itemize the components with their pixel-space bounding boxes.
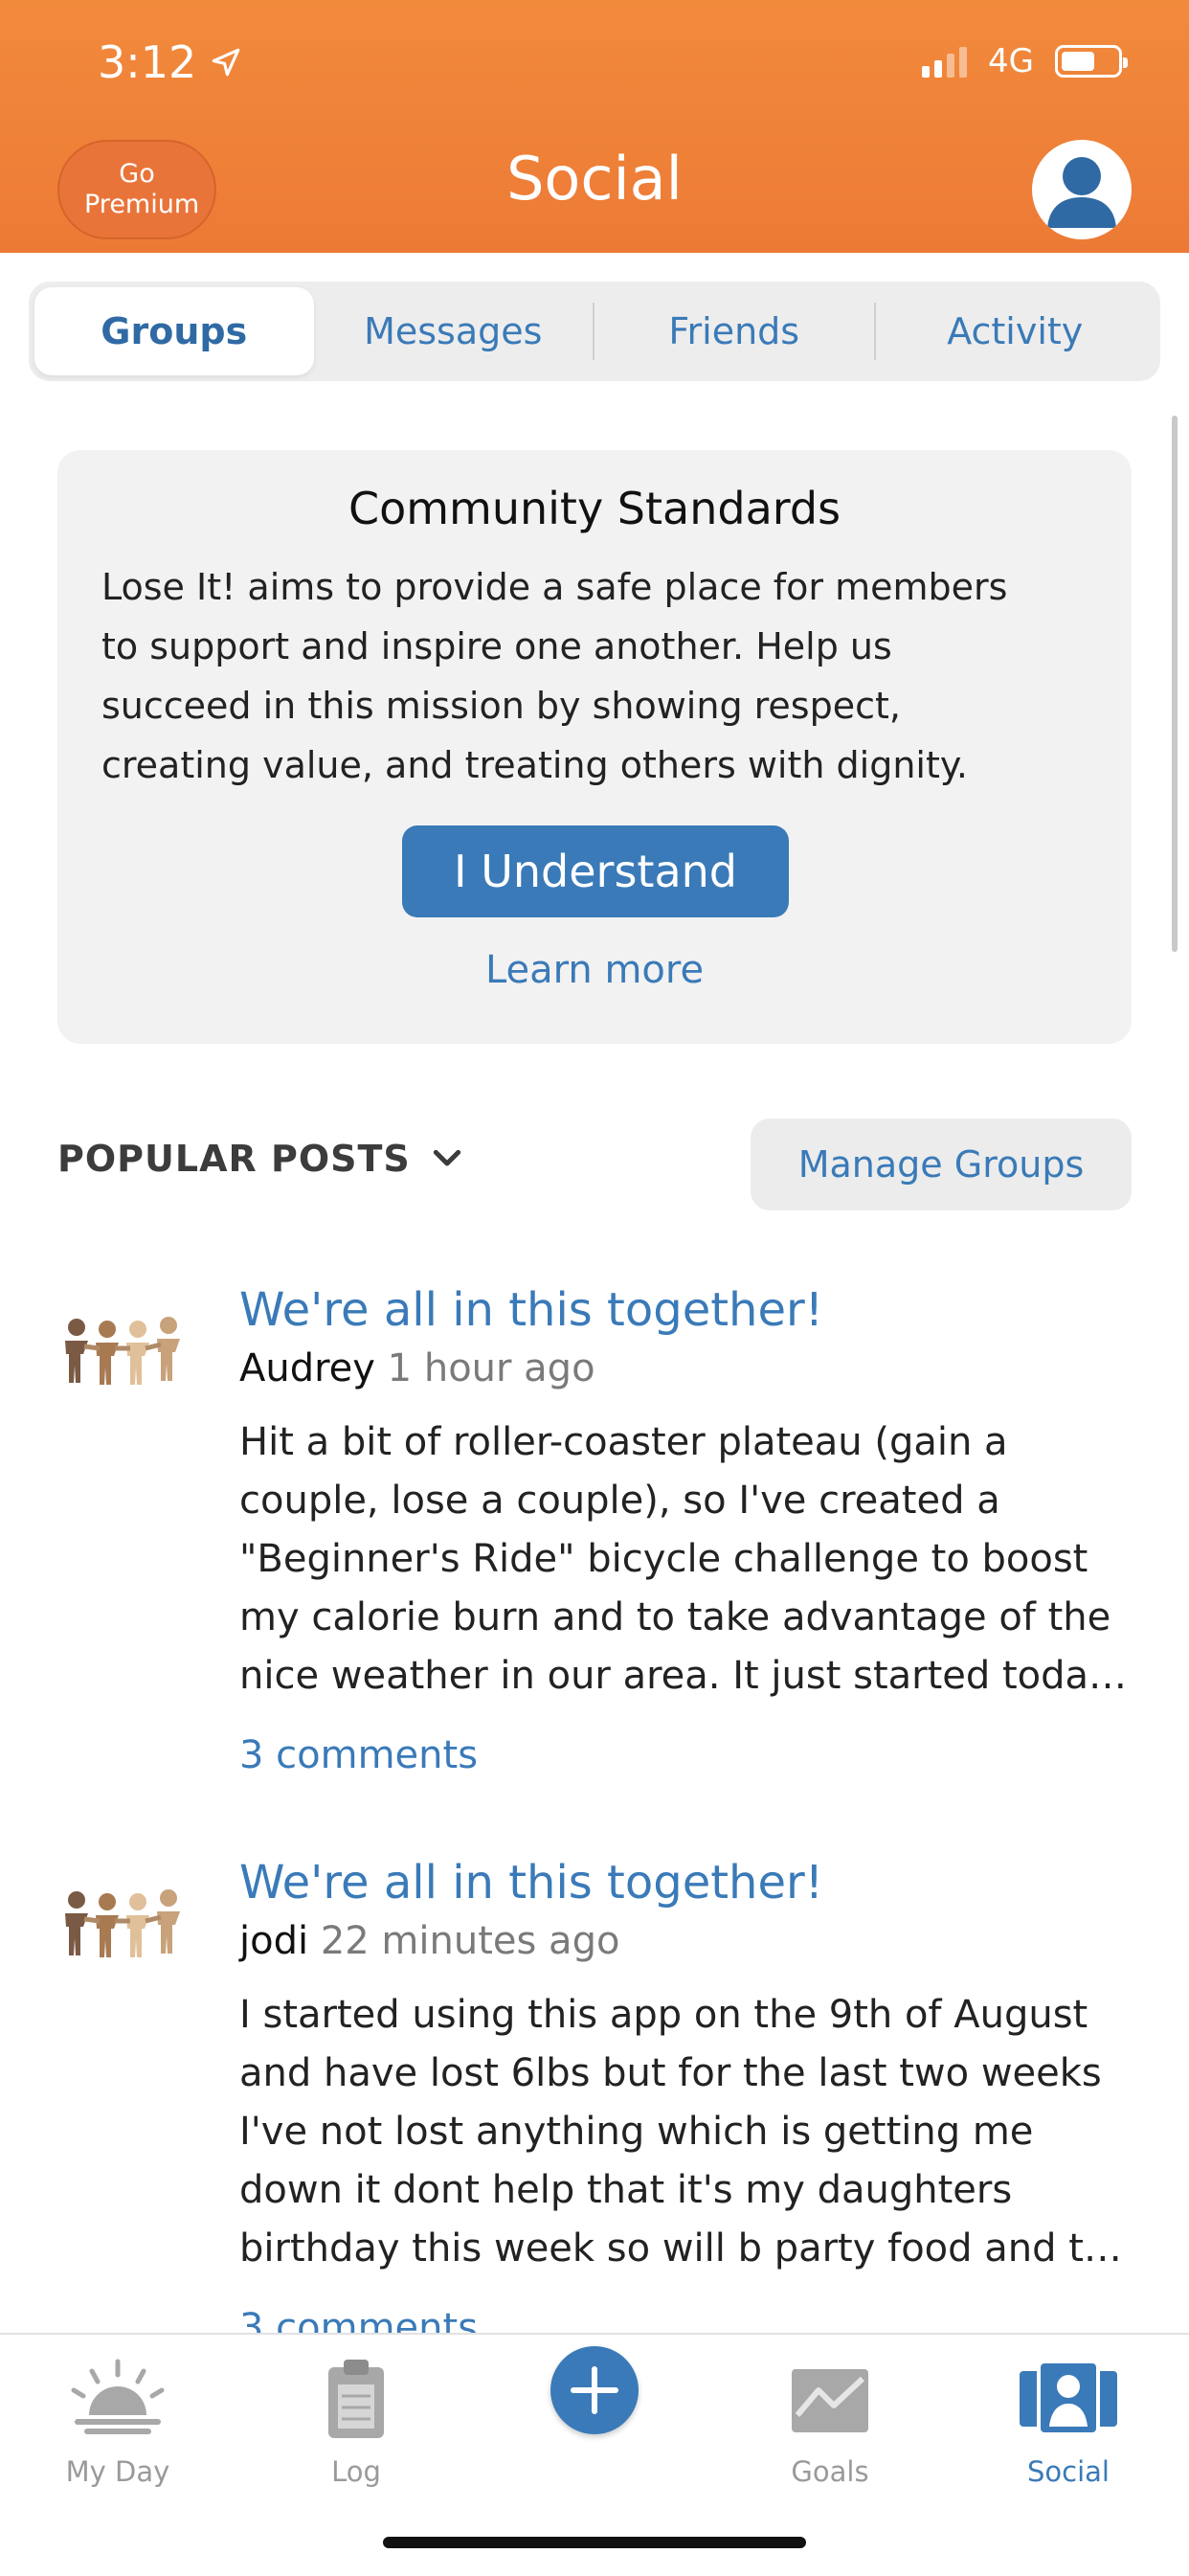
post-body: I started using this app on the 9th of A… <box>239 1986 1130 2278</box>
learn-more-label[interactable]: Learn more <box>485 948 704 992</box>
post-comments-link[interactable]: 3 comments <box>239 2306 478 2333</box>
post-comments-link[interactable]: 3 comments <box>239 1733 478 1777</box>
tabbar-log[interactable]: Log <box>260 2356 452 2488</box>
chart-icon <box>792 2369 868 2432</box>
scrollbar[interactable] <box>1172 416 1178 952</box>
post-author[interactable]: Audrey <box>239 1346 375 1390</box>
tabbar-label: Social <box>1027 2455 1110 2488</box>
app-header: 3:12 4G Go Premium Social <box>0 0 1189 253</box>
post-time: 1 hour ago <box>387 1346 595 1390</box>
post-title[interactable]: We're all in this together! <box>239 1856 823 1909</box>
post-time: 22 minutes ago <box>320 1919 620 1963</box>
popular-posts-label: POPULAR POSTS <box>57 1138 411 1180</box>
user-icon <box>1047 157 1116 228</box>
group-people-icon <box>65 1317 180 1385</box>
learn-more-link: Learn more <box>57 948 1132 992</box>
tabbar-my-day[interactable]: My Day <box>22 2356 213 2488</box>
i-understand-button[interactable]: I Understand <box>402 825 789 917</box>
post-body-line: I've not lost anything which is getting … <box>239 2110 1034 2154</box>
post-body-line: couple, lose a couple), so I've created … <box>239 1479 1000 1523</box>
post-body-line: I started using this app on the 9th of A… <box>239 1993 1088 2037</box>
post-body-line: down it dont help that it's my daughters <box>239 2168 1013 2212</box>
tabbar-label: Goals <box>791 2455 869 2488</box>
plus-icon <box>571 2366 618 2414</box>
tab-messages[interactable]: Messages <box>314 287 594 375</box>
standards-line: succeed in this mission by showing respe… <box>101 685 901 727</box>
post-body-line: Hit a bit of roller-coaster plateau (gai… <box>239 1420 1008 1464</box>
post-body-line: "Beginner's Ride" bicycle challenge to b… <box>239 1537 1088 1581</box>
post-body-line: my calorie burn and to take advantage of… <box>239 1595 1111 1639</box>
tabbar-social[interactable]: Social <box>973 2356 1164 2488</box>
page-title: Social <box>506 144 683 214</box>
tab-groups[interactable]: Groups <box>34 287 314 375</box>
tab-activity[interactable]: Activity <box>876 287 1155 375</box>
standards-text: Lose It! aims to provide a safe place fo… <box>101 557 1088 795</box>
post-body-line: nice weather in our area. It just starte… <box>239 1654 1128 1698</box>
location-arrow-icon <box>213 48 240 77</box>
standards-line: Lose It! aims to provide a safe place fo… <box>101 566 1008 608</box>
popular-posts-filter[interactable]: POPULAR POSTS <box>57 1138 466 1180</box>
status-time: 3:12 <box>98 36 242 88</box>
standards-line: creating value, and treating others with… <box>101 744 969 786</box>
sunrise-icon <box>71 2359 165 2434</box>
home-indicator[interactable] <box>383 2537 806 2548</box>
post-body-line: birthday this week so will b party food … <box>239 2226 1122 2271</box>
social-tabs: Groups Messages Friends Activity <box>29 282 1160 381</box>
community-standards-card: Community Standards Lose It! aims to pro… <box>57 450 1132 1044</box>
group-people-icon <box>65 1889 180 1957</box>
battery-icon <box>1055 45 1128 78</box>
chevron-down-icon <box>433 1149 460 1166</box>
post-title[interactable]: We're all in this together! <box>239 1283 823 1337</box>
signal-icon <box>922 45 968 78</box>
post-meta: Audrey 1 hour ago <box>239 1346 595 1390</box>
post-body-line: and have lost 6lbs but for the last two … <box>239 2051 1102 2095</box>
clipboard-icon <box>328 2360 384 2438</box>
manage-groups-button[interactable]: Manage Groups <box>751 1119 1132 1210</box>
post-item[interactable]: We're all in this together! jodi 22 minu… <box>0 1856 1189 2333</box>
network-label: 4G <box>988 42 1034 80</box>
profile-avatar-button[interactable] <box>1032 140 1132 239</box>
add-button[interactable] <box>550 2346 639 2434</box>
status-indicators: 4G <box>922 42 1128 80</box>
post-author[interactable]: jodi <box>239 1919 308 1963</box>
status-time-text: 3:12 <box>98 36 197 88</box>
people-icon <box>1020 2360 1117 2436</box>
tabbar-goals[interactable]: Goals <box>734 2356 926 2488</box>
tabbar-label: My Day <box>65 2455 170 2488</box>
tab-friends[interactable]: Friends <box>594 287 874 375</box>
post-body: Hit a bit of roller-coaster plateau (gai… <box>239 1413 1130 1706</box>
standards-line: to support and inspire one another. Help… <box>101 625 892 667</box>
tabbar-label: Log <box>331 2455 381 2488</box>
post-meta: jodi 22 minutes ago <box>239 1919 619 1963</box>
standards-title: Community Standards <box>348 483 841 534</box>
